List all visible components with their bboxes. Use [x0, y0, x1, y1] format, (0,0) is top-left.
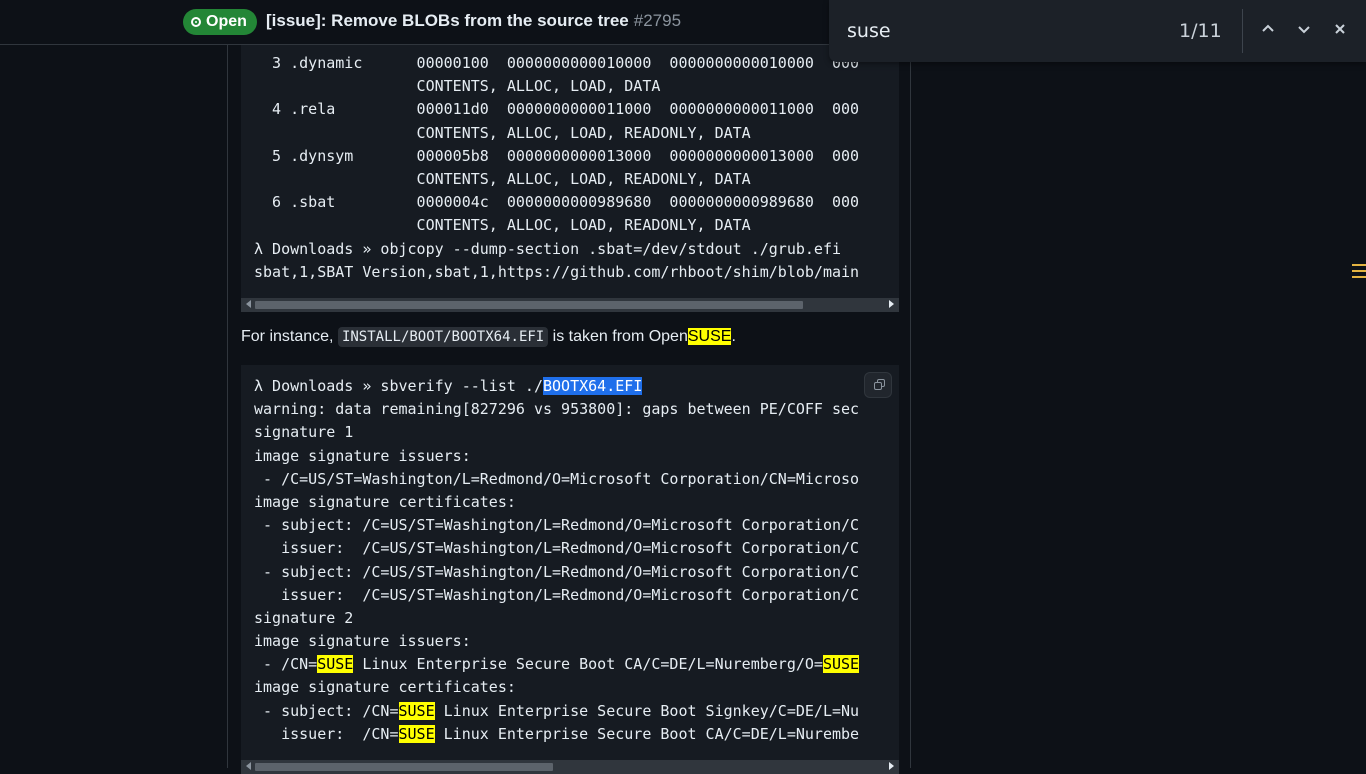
code-line: sbat,1,SBAT Version,sbat,1,https://githu…: [254, 262, 860, 281]
code-line: CONTENTS, ALLOC, LOAD, READONLY, DATA: [254, 123, 751, 142]
code-line: λ Downloads » objcopy --dump-section .sb…: [254, 239, 841, 258]
code-line: - /C=US/ST=Washington/L=Redmond/O=Micros…: [254, 469, 860, 488]
code-block-sbverify: λ Downloads » sbverify --list ./BOOTX64.…: [241, 365, 899, 762]
code-text: λ Downloads » sbverify --list ./: [254, 377, 543, 395]
code-line: CONTENTS, ALLOC, LOAD, READONLY, DATA: [254, 216, 751, 235]
code-block-sbverify-scrollbar[interactable]: [241, 760, 899, 774]
issue-title[interactable]: [issue]: Remove BLOBs from the source tr…: [266, 11, 681, 31]
find-bar-divider: [1242, 9, 1243, 53]
scrollbar-thumb[interactable]: [255, 301, 803, 309]
paragraph-text: For instance,: [241, 328, 338, 345]
status-label: Open: [206, 13, 247, 30]
copy-icon-front: [874, 382, 882, 390]
code-line: 6 .sbat 0000004c 0000000000989680 000000…: [254, 193, 860, 212]
code-line: - subject: /C=US/ST=Washington/L=Redmond…: [254, 562, 860, 581]
code-text: Linux Enterprise Secure Boot CA/C=DE/L=N…: [353, 655, 823, 674]
code-line: 3 .dynamic 00000100 0000000000010000 000…: [254, 54, 860, 72]
chevron-up-icon: [1262, 24, 1274, 32]
find-result-marker: [1352, 264, 1366, 266]
scroll-left-arrow-icon[interactable]: [246, 762, 251, 770]
find-previous-button[interactable]: [1256, 18, 1280, 42]
code-text: issuer: /CN=: [254, 724, 399, 743]
copy-code-button[interactable]: [864, 372, 892, 398]
status-badge: Open: [183, 9, 257, 35]
close-icon: [1335, 24, 1345, 34]
right-panel-border: [910, 44, 911, 768]
code-line: 4 .rela 000011d0 0000000000011000 000000…: [254, 100, 860, 119]
page-scrollbar[interactable]: [1350, 44, 1366, 768]
code-line: - subject: /CN=SUSE Linux Enterprise Sec…: [241, 700, 899, 723]
find-highlight: SUSE: [398, 724, 435, 743]
code-text: - /CN=: [254, 655, 318, 674]
scroll-right-arrow-icon[interactable]: [889, 300, 894, 308]
code-line: - /CN=SUSE Linux Enterprise Secure Boot …: [241, 653, 899, 676]
code-line: warning: data remaining[827296 vs 953800…: [254, 400, 860, 419]
code-line: image signature issuers:: [254, 632, 471, 651]
issue-open-icon: [191, 17, 201, 27]
inline-code-path: INSTALL/BOOT/BOOTX64.EFI: [337, 327, 549, 347]
scrollbar-thumb[interactable]: [255, 763, 553, 771]
chevron-down-icon: [1298, 26, 1310, 34]
find-highlight: SUSE: [822, 655, 860, 674]
left-panel-border: [227, 44, 228, 768]
selected-text: BOOTX64.EFI: [542, 377, 643, 395]
find-result-marker: [1352, 276, 1366, 278]
code-line: issuer: /C=US/ST=Washington/L=Redmond/O=…: [254, 585, 860, 604]
code-line: issuer: /CN=SUSE Linux Enterprise Secure…: [241, 723, 899, 746]
find-bar: 1/11: [829, 0, 1366, 62]
find-input[interactable]: [845, 19, 1149, 43]
paragraph-text: .: [731, 328, 736, 345]
code-line: signature 1: [254, 423, 354, 442]
code-line: - subject: /C=US/ST=Washington/L=Redmond…: [254, 516, 860, 535]
code-line: CONTENTS, ALLOC, LOAD, READONLY, DATA: [254, 169, 751, 188]
code-text: Linux Enterprise Secure Boot Signkey/C=D…: [434, 701, 860, 720]
code-line: issuer: /C=US/ST=Washington/L=Redmond/O=…: [254, 539, 860, 558]
code-block-objdump-scrollbar[interactable]: [241, 298, 899, 312]
code-line: signature 2: [254, 608, 354, 627]
find-next-button[interactable]: [1292, 18, 1316, 42]
scroll-right-arrow-icon[interactable]: [889, 762, 894, 770]
code-line: image signature certificates:: [254, 492, 516, 511]
find-result-marker: [1352, 270, 1366, 272]
issue-number: #2795: [633, 11, 682, 30]
scroll-left-arrow-icon[interactable]: [246, 300, 251, 308]
code-line: 5 .dynsym 000005b8 0000000000013000 0000…: [254, 146, 860, 165]
issue-title-text: [issue]: Remove BLOBs from the source tr…: [266, 11, 629, 30]
comment-paragraph: For instance, INSTALL/BOOT/BOOTX64.EFI i…: [241, 327, 736, 347]
code-line: image signature issuers:: [254, 446, 471, 465]
find-match-count: 1/11: [1179, 20, 1222, 42]
code-line: λ Downloads » sbverify --list ./BOOTX64.…: [241, 375, 899, 398]
find-highlight: SUSE: [317, 655, 354, 674]
find-highlight: SUSE: [398, 701, 435, 720]
code-line: image signature certificates:: [254, 678, 516, 697]
paragraph-text: is taken from Open: [548, 328, 688, 345]
code-block-objdump: 3 .dynamic 00000100 0000000000010000 000…: [241, 40, 899, 298]
code-line: CONTENTS, ALLOC, LOAD, DATA: [254, 77, 661, 96]
code-text: Linux Enterprise Secure Boot CA/C=DE/L=N…: [434, 724, 860, 743]
find-close-button[interactable]: [1328, 18, 1352, 42]
find-highlight: SUSE: [687, 328, 732, 345]
code-text: - subject: /CN=: [254, 701, 399, 720]
